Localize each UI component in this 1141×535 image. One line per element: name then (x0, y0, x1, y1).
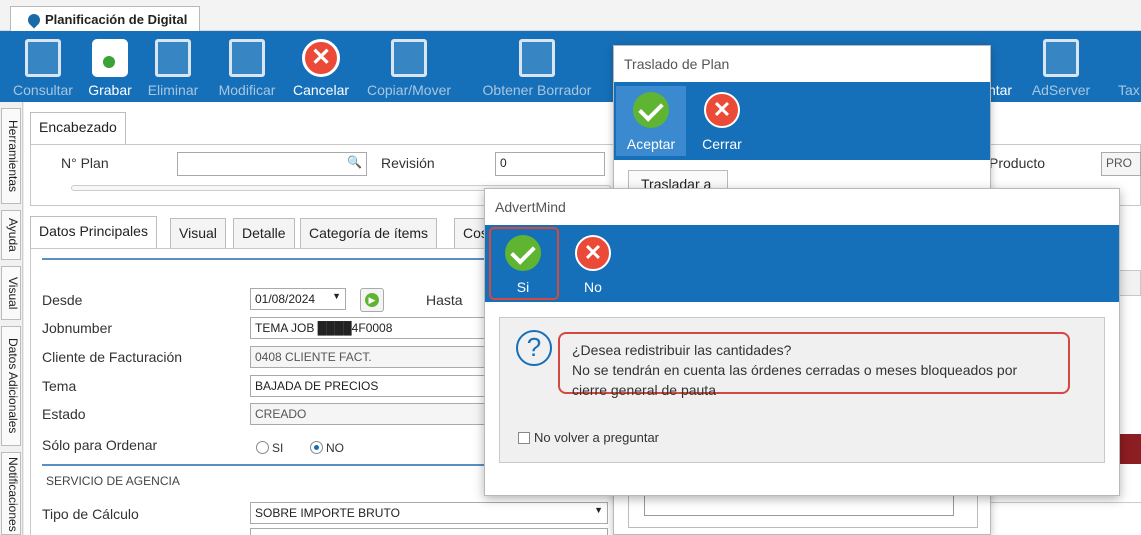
save-icon (92, 39, 128, 77)
message-line-1: ¿Desea redistribuir las cantidades? (572, 342, 792, 358)
search-icon[interactable]: 🔍 (347, 155, 362, 169)
obtener-borrador-button[interactable]: Obtener Borrador (478, 31, 596, 102)
no-volver-preguntar-checkbox[interactable]: No volver a preguntar (518, 430, 659, 445)
modificar-label: Modificar (218, 82, 276, 98)
sidebar-tab-visual[interactable]: Visual (1, 266, 21, 320)
close-icon: ✕ (704, 92, 740, 128)
radio-no-label: NO (326, 441, 344, 455)
servicio-agencia-section: SERVICIO DE AGENCIA (46, 474, 180, 488)
tema-label: Tema (42, 378, 77, 394)
divider (990, 502, 1141, 503)
checkbox-box (518, 432, 530, 444)
grabar-label: Grabar (88, 82, 132, 98)
adserver-label: AdServer (1031, 82, 1091, 98)
no-label: No (584, 279, 602, 295)
adserver-button[interactable]: AdServer (1028, 31, 1094, 102)
jobnumber-label: Jobnumber (42, 320, 113, 336)
desde-label: Desde (42, 292, 83, 308)
modificar-button[interactable]: Modificar (212, 31, 282, 102)
cancelar-button[interactable]: ✕ Cancelar (288, 31, 354, 102)
tipo-calculo-label: Tipo de Cálculo (42, 506, 139, 522)
tab-encabezado[interactable]: Encabezado (30, 112, 126, 144)
next-date-button[interactable]: ▶ (360, 288, 384, 312)
document-edit-icon (229, 39, 265, 77)
document-search-icon (25, 39, 61, 77)
consultar-button[interactable]: Consultar (8, 31, 78, 102)
tab-detalle[interactable]: Detalle (233, 218, 295, 248)
tipo-calculo-value: SOBRE IMPORTE BRUTO (255, 506, 400, 520)
dropdown-arrow-icon: ▼ (332, 291, 341, 301)
sidebar-tab-ayuda[interactable]: Ayuda (1, 210, 21, 260)
map-pin-icon (25, 11, 43, 29)
copiar-mover-button[interactable]: Copiar/Mover (362, 31, 456, 102)
traslado-dialog-toolbar: Aceptar ✕ Cerrar (614, 82, 990, 160)
cancelar-label: Cancelar (292, 82, 350, 98)
cerrar-label: Cerrar (702, 136, 742, 152)
copiar-mover-label: Copiar/Mover (366, 82, 452, 98)
close-icon: ✕ (575, 235, 611, 271)
message-line-3: cierre general de pauta (572, 382, 716, 398)
aceptar-label: Aceptar (626, 136, 676, 152)
sidebar-tab-datos-adicionales[interactable]: Datos Adicionales (1, 326, 21, 446)
left-sidebar: Herramientas Ayuda Visual Datos Adiciona… (0, 102, 23, 535)
revision-input[interactable]: 0 (495, 152, 605, 176)
arrow-right-icon: ▶ (365, 293, 379, 307)
question-icon: ? (516, 330, 552, 366)
radio-no-circle (310, 441, 323, 454)
estado-label: Estado (42, 406, 86, 422)
tax-button[interactable]: Tax (1112, 31, 1141, 102)
desde-value: 01/08/2024 (255, 292, 316, 306)
aceptar-button[interactable]: Aceptar (616, 86, 686, 156)
plan-input[interactable]: 🔍 (177, 152, 367, 176)
check-icon (633, 92, 669, 128)
confirm-dialog-title: AdvertMind (495, 199, 566, 215)
no-button[interactable]: ✕ No (563, 235, 623, 295)
traslado-dialog-title: Traslado de Plan (614, 46, 990, 82)
checkbox-label: No volver a preguntar (534, 430, 660, 445)
cliente-label: Cliente de Facturación (42, 349, 183, 365)
folder-icon (519, 39, 555, 77)
radio-si-circle (256, 441, 269, 454)
hasta-label: Hasta (426, 292, 463, 308)
obtener-borrador-label: Obtener Borrador (482, 82, 592, 98)
copy-icon (391, 39, 427, 77)
tipo-calculo-select[interactable]: SOBRE IMPORTE BRUTO ▼ (250, 502, 608, 524)
confirm-message: ¿Desea redistribuir las cantidades? No s… (558, 332, 1070, 398)
producto-input[interactable]: PRO (1101, 152, 1141, 176)
solo-ordenar-label: Sólo para Ordenar (42, 437, 158, 453)
message-line-2: No se tendrán en cuenta las órdenes cerr… (572, 362, 1018, 378)
sidebar-tab-notificaciones[interactable]: Notificaciones (1, 452, 21, 535)
si-button-highlight (489, 227, 559, 300)
eliminar-label: Eliminar (147, 82, 199, 98)
revision-label: Revisión (381, 155, 435, 171)
consultar-label: Consultar (13, 82, 73, 98)
tax-label: Tax (1118, 82, 1140, 98)
tab-datos-principales[interactable]: Datos Principales (30, 216, 157, 248)
document-tab[interactable]: Planificación de Digital (10, 6, 200, 32)
tab-categoria-items[interactable]: Categoría de ítems (300, 218, 438, 248)
desde-datepicker[interactable]: 01/08/2024 ▼ (250, 288, 346, 310)
dropdown-arrow-icon: ▼ (594, 505, 603, 515)
radio-si[interactable]: SI (256, 441, 283, 455)
producto-label: Producto (989, 155, 1046, 171)
confirm-dialog-body: ? ¿Desea redistribuir las cantidades? No… (499, 317, 1105, 463)
right-accent-bar (1120, 434, 1141, 464)
cerrar-button[interactable]: ✕ Cerrar (692, 92, 752, 152)
document-tab-label: Planificación de Digital (45, 12, 188, 27)
server-icon (1043, 39, 1079, 77)
radio-no[interactable]: NO (310, 441, 344, 455)
eliminar-button[interactable]: Eliminar (142, 31, 204, 102)
document-delete-icon (155, 39, 191, 77)
plan-label: N° Plan (61, 155, 109, 171)
confirm-dialog-toolbar: Si ✕ No (485, 225, 1119, 302)
sidebar-tab-herramientas[interactable]: Herramientas (1, 108, 21, 204)
tab-visual[interactable]: Visual (170, 218, 226, 248)
radio-si-label: SI (272, 441, 284, 455)
secondary-input[interactable] (250, 528, 608, 535)
cancel-icon: ✕ (302, 39, 340, 77)
grabar-button[interactable]: Grabar (82, 31, 138, 102)
advertmind-confirm-dialog: AdvertMind Si ✕ No ? ¿Desea redistribuir… (484, 188, 1120, 496)
